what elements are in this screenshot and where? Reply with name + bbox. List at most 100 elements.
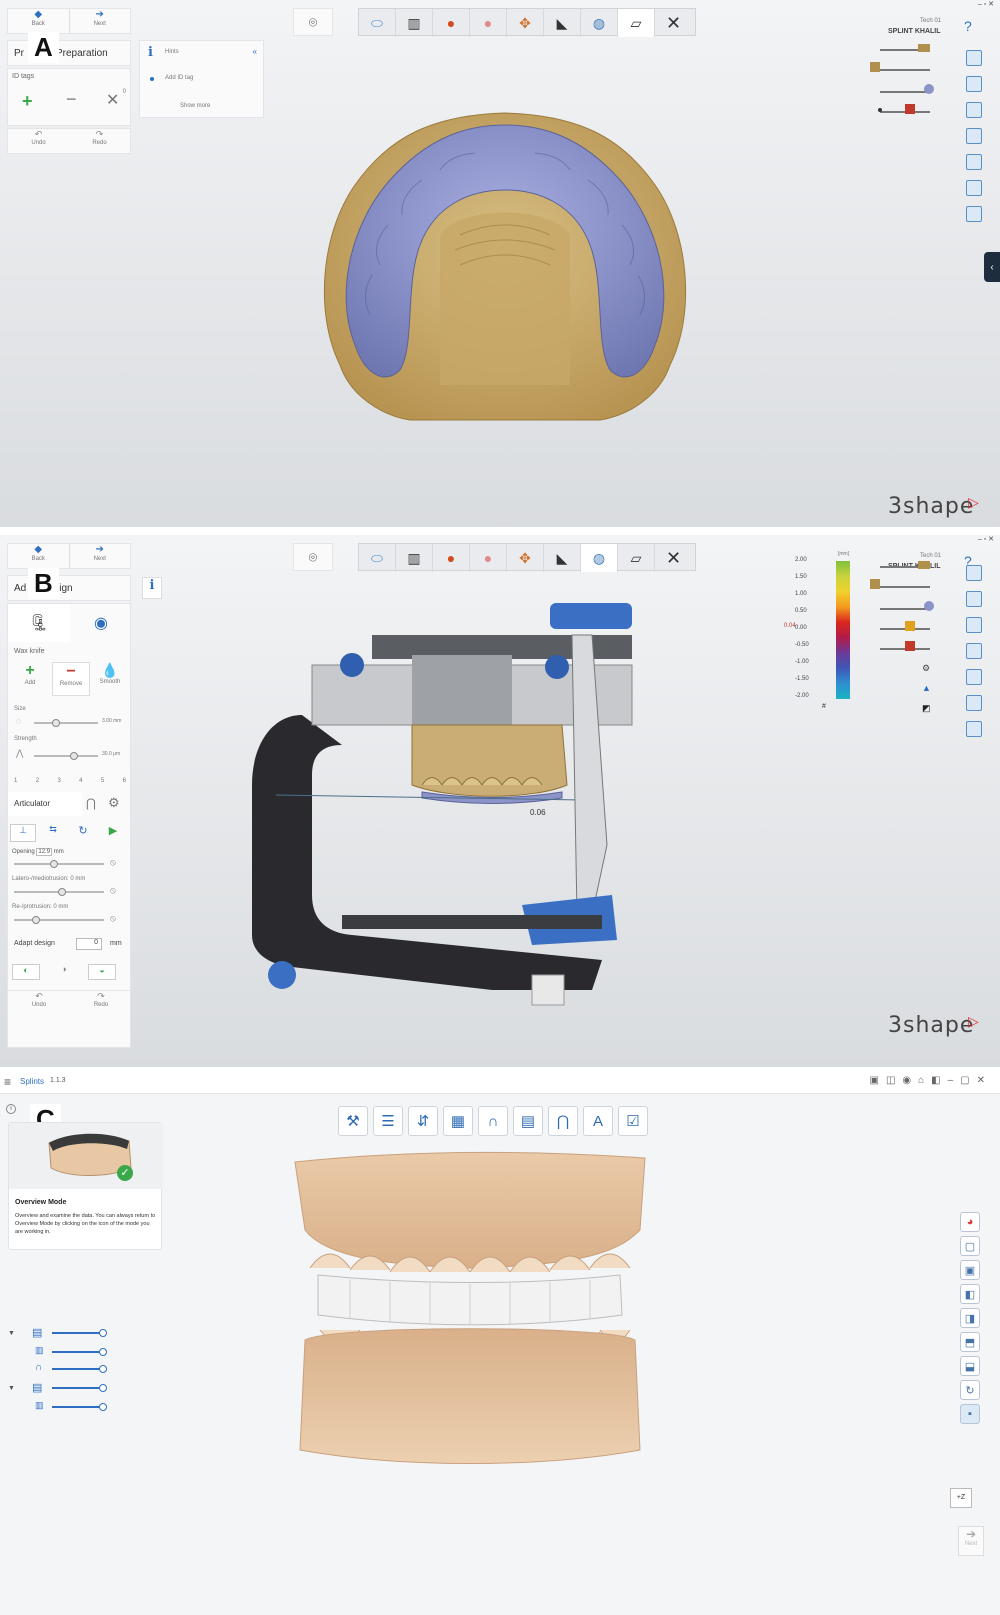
layer-slider-3[interactable] (880, 603, 930, 613)
transfer-icon[interactable]: ⇆ (40, 824, 66, 842)
layer-lower-slider[interactable] (52, 1384, 107, 1392)
step-knife-icon[interactable]: ◣ (544, 9, 581, 37)
back-button[interactable]: ◆ Back (8, 9, 70, 33)
step-connector-icon[interactable]: ✥ (507, 9, 544, 37)
preset-scale[interactable]: 123456 (14, 778, 126, 784)
layer-lower-model-slider[interactable] (52, 1403, 107, 1411)
model-icon[interactable]: ▦ (443, 1106, 473, 1136)
window-controls[interactable]: – ▫ ✕ (978, 0, 994, 8)
zoom-button[interactable]: +Z (950, 1488, 972, 1508)
redo-button[interactable]: ↷ Redo (70, 991, 132, 1018)
layer-upper-icon[interactable]: ▤ (32, 1326, 42, 1339)
layer-lower-icon[interactable]: ▤ (32, 1381, 42, 1394)
view-front-icon[interactable]: ▢ (960, 1236, 980, 1256)
view-icon-2[interactable] (966, 76, 982, 92)
wax-smooth-button[interactable]: 💧 Smooth (92, 662, 128, 696)
view-icon-3[interactable] (966, 102, 982, 118)
occlusion-icon[interactable]: ⇵ (408, 1106, 438, 1136)
view-icon-6[interactable] (966, 180, 982, 196)
wax-add-button[interactable]: + Add (12, 662, 48, 696)
retro-lock-icon[interactable]: ⦸ (110, 913, 116, 924)
mesh-tool-icon[interactable]: ◉ (70, 604, 132, 642)
step-scan-icon[interactable]: ⬭ (359, 544, 396, 572)
step-model-icon[interactable]: ▥ (396, 544, 433, 572)
view-icon-1[interactable] (966, 565, 982, 581)
side-panel-toggle[interactable]: ‹ (984, 252, 1000, 282)
view-icon-5[interactable] (966, 669, 982, 685)
next-button[interactable]: ➔ Next (70, 544, 131, 568)
close-icon[interactable]: ✕ (655, 9, 692, 37)
layer-slider-2[interactable] (880, 581, 930, 591)
articulator-part-icon-2[interactable]: ▲ (922, 683, 931, 693)
view-icon-7[interactable] (966, 206, 982, 222)
info-icon[interactable]: i (142, 577, 162, 599)
view-icon-4[interactable] (966, 128, 982, 144)
close-icon[interactable]: ✕ (106, 90, 119, 110)
step-margin-icon[interactable]: ● (433, 9, 470, 37)
lower-view-icon[interactable]: ◑ (50, 964, 78, 980)
next-button[interactable]: ➔ Next (958, 1526, 984, 1556)
layer-upper-model-slider[interactable] (52, 1348, 107, 1356)
close-icon[interactable]: ✕ (655, 544, 692, 572)
mount-icon[interactable]: ⊥ (10, 824, 36, 842)
wax-tool-icon[interactable]: 🗜 (8, 604, 70, 642)
window-controls[interactable]: – ▫ ✕ (978, 535, 994, 543)
layer-upper-slider[interactable] (52, 1329, 107, 1337)
opening-input[interactable]: 12.9 (36, 848, 53, 856)
layer-splint-icon[interactable]: ∩ (35, 1362, 42, 1373)
opening-slider[interactable] (14, 858, 104, 868)
step-scan-icon[interactable]: ⬭ (359, 9, 396, 37)
upper-view-icon[interactable]: ◐ (12, 964, 40, 980)
latero-lock-icon[interactable]: ⦸ (110, 885, 116, 896)
view-back-icon[interactable]: ▣ (960, 1260, 980, 1280)
retro-slider[interactable] (14, 914, 104, 924)
undo-button[interactable]: ↶ Undo (8, 129, 69, 153)
help-icon[interactable]: ? (964, 18, 972, 34)
step-connector-icon[interactable]: ✥ (507, 544, 544, 572)
latero-slider[interactable] (14, 886, 104, 896)
articulator-part-icon-1[interactable]: ⚙ (922, 663, 930, 674)
next-button[interactable]: ➔ Next (70, 9, 131, 33)
info-icon[interactable]: i (6, 1104, 16, 1114)
view-button[interactable]: ⌾ (293, 543, 333, 571)
step-knife-icon[interactable]: ◣ (544, 544, 581, 572)
undo-button[interactable]: ↶ Undo (8, 991, 70, 1018)
chevron-down-icon[interactable]: ▼ (8, 1385, 15, 1392)
both-view-icon[interactable]: ◒ (88, 964, 116, 980)
view-icon-6[interactable] (966, 695, 982, 711)
step-base-icon[interactable]: ▱ (618, 544, 655, 572)
view-top-icon[interactable]: ⬒ (960, 1332, 980, 1352)
view-right-icon[interactable]: ◨ (960, 1308, 980, 1328)
view-bottom-icon[interactable]: ⬓ (960, 1356, 980, 1376)
layer-lower-model-icon[interactable]: ▥ (35, 1400, 44, 1411)
minus-icon[interactable]: − (66, 89, 77, 110)
view-icon-1[interactable] (966, 50, 982, 66)
arch-icon[interactable]: ⋂ (86, 796, 96, 810)
step-margin-icon[interactable]: ● (433, 544, 470, 572)
step-tooth-icon[interactable]: ● (470, 544, 507, 572)
adapt-input[interactable]: 0 (76, 938, 102, 950)
overview-card[interactable]: ✓ Overview Mode Overview and examine the… (8, 1122, 163, 1250)
checklist-icon[interactable]: ☑ (618, 1106, 648, 1136)
view-button[interactable]: ⌾ (293, 8, 333, 36)
opening-lock-icon[interactable]: ⦸ (110, 857, 116, 868)
chevron-down-icon[interactable]: ▼ (8, 1330, 15, 1337)
articulator-tab[interactable]: Articulator (8, 792, 82, 816)
layer-slider-2[interactable] (880, 64, 930, 74)
rotate-icon[interactable]: ↻ (960, 1380, 980, 1400)
reset-icon[interactable]: ↻ (70, 824, 96, 842)
size-slider[interactable] (34, 717, 98, 727)
fit-view-icon[interactable]: ▪ (960, 1404, 980, 1424)
view-icon-2[interactable] (966, 591, 982, 607)
step-splint-icon[interactable]: ◍ (581, 9, 618, 37)
redo-button[interactable]: ↷ Redo (69, 129, 130, 153)
text-icon[interactable]: A (583, 1106, 613, 1136)
show-more-link[interactable]: Show more (180, 103, 210, 109)
arch-icon[interactable]: ∩ (478, 1106, 508, 1136)
view-icon-3[interactable] (966, 617, 982, 633)
tools-icon[interactable]: ⚒ (338, 1106, 368, 1136)
articulator-part-icon-3[interactable]: ◩ (922, 703, 931, 714)
view-icon-4[interactable] (966, 643, 982, 659)
layers-icon[interactable]: ☰ (373, 1106, 403, 1136)
strength-slider[interactable] (34, 750, 98, 760)
